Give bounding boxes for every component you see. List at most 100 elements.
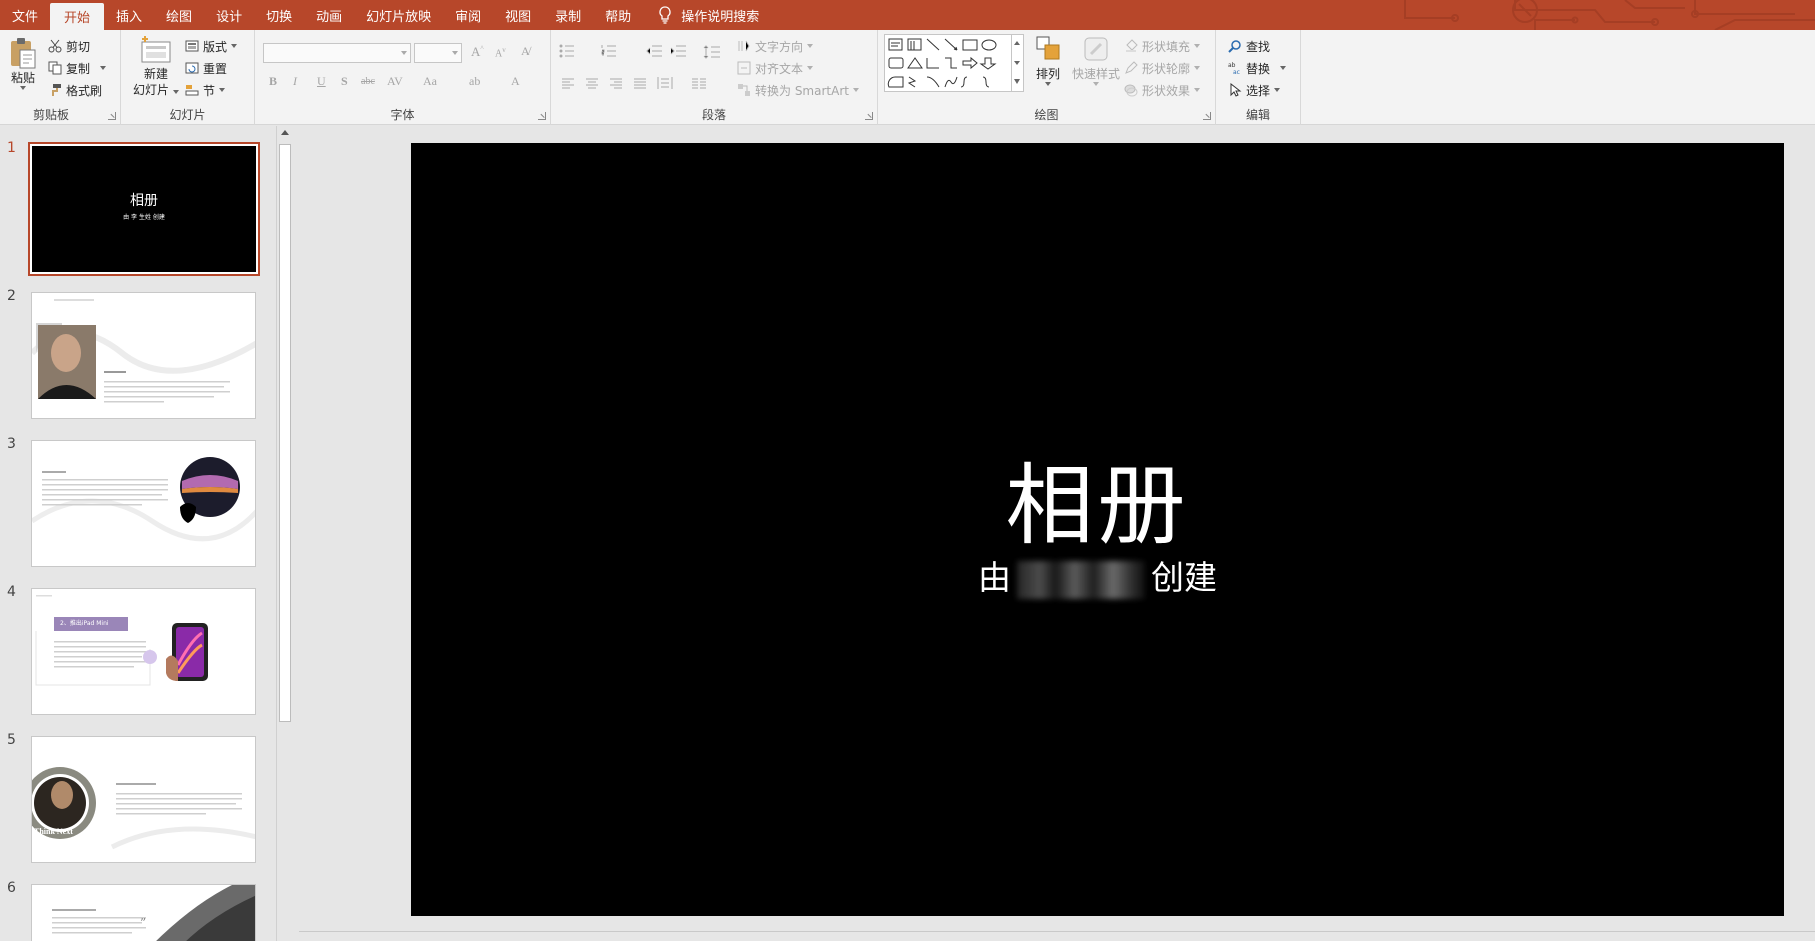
slide-subtitle[interactable]: 由 创建 <box>411 551 1784 599</box>
shadow-icon[interactable]: S <box>341 74 348 89</box>
select-button[interactable]: 选择 <box>1228 80 1281 100</box>
thumbnail-number: 2 <box>7 288 16 304</box>
copy-button[interactable]: 复制 <box>48 58 107 78</box>
font-name-combo[interactable] <box>263 43 411 63</box>
svg-text:ab: ab <box>1228 62 1236 69</box>
increase-font-size-icon[interactable]: A^ <box>471 44 484 60</box>
notes-divider[interactable] <box>299 931 1815 932</box>
increase-indent-icon[interactable] <box>669 44 687 58</box>
shape-effects-label: 形状效果 <box>1142 83 1191 98</box>
quick-styles-icon <box>1084 37 1108 61</box>
tab-animations[interactable]: 动画 <box>304 0 354 30</box>
paint-bucket-icon <box>1126 39 1138 52</box>
tell-me-search[interactable]: 操作说明搜索 <box>643 0 771 30</box>
text-direction-button[interactable]: 文字方向 <box>737 36 814 56</box>
thumbnail-number: 6 <box>7 880 16 896</box>
decrease-font-size-icon[interactable]: Av <box>495 46 506 59</box>
slide-thumbnail-pane: 1 相册 由 李 生姓 创建 2 3 4 2、推出iPad Mini 5 Thi… <box>0 126 260 941</box>
bold-icon[interactable]: B <box>269 74 277 89</box>
arrange-button[interactable]: 排列 <box>1030 34 1066 86</box>
thumbnail-number: 1 <box>7 140 16 156</box>
slide-title[interactable]: 相册 <box>411 435 1784 562</box>
new-slide-button[interactable]: 新建 幻灯片 <box>131 34 181 98</box>
find-button[interactable]: 查找 <box>1228 36 1270 56</box>
numbering-icon[interactable] <box>601 44 617 58</box>
clipboard-launcher-icon[interactable] <box>108 112 116 120</box>
font-group-label: 字体 <box>390 108 415 122</box>
slide-6-preview: ” <box>52 885 255 941</box>
highlight-icon[interactable]: ab <box>469 74 480 89</box>
slide-thumbnail-5[interactable]: Think Next <box>31 736 256 863</box>
slide-5-badge: Think Next <box>34 827 73 836</box>
align-text-button[interactable]: 对齐文本 <box>737 58 814 78</box>
format-painter-button[interactable]: 格式刷 <box>48 80 102 100</box>
slide-thumbnail-4[interactable]: 2、推出iPad Mini <box>31 588 256 715</box>
font-launcher-icon[interactable] <box>538 112 546 120</box>
line-spacing-icon[interactable] <box>703 44 721 60</box>
change-case-icon[interactable]: Aa <box>423 74 437 89</box>
quick-styles-button[interactable]: 快速样式 <box>1068 34 1124 86</box>
shape-effects-button[interactable]: 形状效果 <box>1124 80 1201 100</box>
copy-dropdown-icon[interactable] <box>100 66 107 70</box>
align-right-icon[interactable] <box>609 78 623 90</box>
slide-thumbnail-6[interactable]: ” <box>31 884 256 941</box>
layout-button[interactable]: 版式 <box>185 36 238 56</box>
tab-review[interactable]: 审阅 <box>443 0 493 30</box>
tab-transitions[interactable]: 切换 <box>254 0 304 30</box>
scrollbar-thumb[interactable] <box>279 144 291 722</box>
tab-file[interactable]: 文件 <box>0 0 50 30</box>
replace-icon: abac <box>1228 62 1240 75</box>
subtitle-suffix: 创建 <box>1151 558 1217 597</box>
new-slide-label-1: 新建 <box>143 67 168 81</box>
shapes-gallery[interactable] <box>884 34 1012 92</box>
tab-slideshow[interactable]: 幻灯片放映 <box>354 0 443 30</box>
scroll-up-icon[interactable] <box>281 130 289 135</box>
justify-icon[interactable] <box>633 78 647 90</box>
align-left-icon[interactable] <box>561 78 575 90</box>
tab-draw[interactable]: 绘图 <box>154 0 204 30</box>
decrease-indent-icon[interactable] <box>645 44 663 58</box>
slide-thumbnail-3[interactable] <box>31 440 256 567</box>
slide-canvas[interactable]: 相册 由 创建 <box>411 143 1784 916</box>
editing-group-label: 编辑 <box>1245 108 1270 122</box>
clear-formatting-icon[interactable]: A̸ <box>521 44 530 59</box>
character-spacing-icon[interactable]: AV <box>387 74 403 89</box>
distributed-icon[interactable] <box>657 76 673 90</box>
paste-dropdown-icon[interactable] <box>20 86 26 90</box>
tab-view[interactable]: 视图 <box>493 0 543 30</box>
tab-help[interactable]: 帮助 <box>593 0 643 30</box>
thumbnail-scrollbar[interactable] <box>276 126 293 941</box>
shapes-scrollbar[interactable] <box>1012 34 1024 92</box>
clipboard-group: 粘贴 剪切 复制 格式刷 剪贴板 <box>0 30 121 125</box>
columns-icon[interactable] <box>691 78 707 90</box>
font-color-icon[interactable]: A <box>511 74 520 89</box>
convert-smartart-button[interactable]: 转换为 SmartArt <box>737 80 859 100</box>
strikethrough-icon[interactable]: abc <box>361 76 375 87</box>
cut-button[interactable]: 剪切 <box>48 36 90 56</box>
italic-icon[interactable]: I <box>293 74 297 89</box>
drawing-launcher-icon[interactable] <box>1203 112 1211 120</box>
section-button[interactable]: 节 <box>185 80 226 100</box>
slide-thumbnail-2[interactable] <box>31 292 256 419</box>
paragraph-launcher-icon[interactable] <box>865 112 873 120</box>
bullets-icon[interactable] <box>559 44 575 58</box>
tab-design[interactable]: 设计 <box>204 0 254 30</box>
underline-icon[interactable]: U <box>317 74 326 89</box>
thumbnail-number: 5 <box>7 732 16 748</box>
align-center-icon[interactable] <box>585 78 599 90</box>
text-direction-icon <box>738 40 750 52</box>
slides-group: 新建 幻灯片 版式 重置 节 幻灯片 <box>121 30 255 125</box>
replace-button[interactable]: ab ac 替换 <box>1228 58 1287 78</box>
font-size-combo[interactable] <box>414 43 462 63</box>
layout-icon <box>185 40 199 52</box>
tab-home[interactable]: 开始 <box>50 3 105 30</box>
shape-outline-button[interactable]: 形状轮廓 <box>1124 58 1201 78</box>
slide-thumbnail-1[interactable]: 相册 由 李 生姓 创建 <box>28 142 260 276</box>
tab-record[interactable]: 录制 <box>543 0 593 30</box>
drawing-group: 排列 快速样式 形状填充 形状轮廓 形状效果 绘图 <box>878 30 1216 125</box>
tab-insert[interactable]: 插入 <box>104 0 154 30</box>
paste-button[interactable]: 粘贴 <box>6 36 40 90</box>
shape-fill-button[interactable]: 形状填充 <box>1124 36 1201 56</box>
svg-text:ac: ac <box>1233 69 1240 75</box>
reset-button[interactable]: 重置 <box>185 58 227 78</box>
